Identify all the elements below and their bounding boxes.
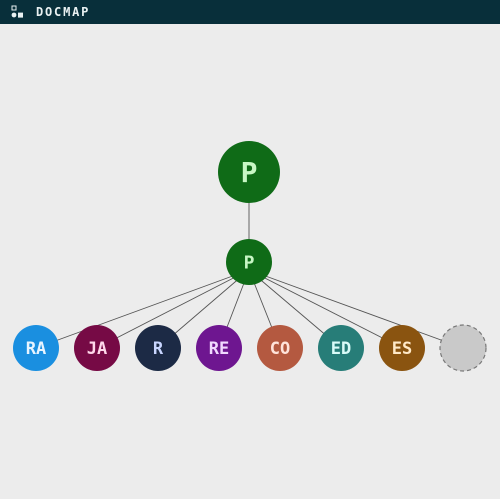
blocks-logo-icon [11, 5, 23, 18]
child-node[interactable]: P [226, 239, 272, 285]
leaf-node-r[interactable]: R [135, 325, 181, 371]
leaf-node-ja-label: JA [87, 339, 107, 359]
leaf-node-re-label: RE [209, 339, 229, 359]
leaf-node-es[interactable]: ES [379, 325, 425, 371]
leaf-node-es-label: ES [392, 339, 412, 359]
leaf-node-r-label: R [153, 339, 164, 359]
leaf-node-ja[interactable]: JA [74, 325, 120, 371]
leaf-node-ra-label: RA [26, 339, 46, 359]
root-node-label: P [241, 156, 258, 189]
leaf-node-co[interactable]: CO [257, 325, 303, 371]
leaf-node-re[interactable]: RE [196, 325, 242, 371]
leaf-node-co-label: CO [270, 339, 290, 359]
leaf-node-ed[interactable]: ED [318, 325, 364, 371]
top-bar: DOCMAP [0, 0, 500, 24]
map-canvas[interactable]: P P RA JA R RE CO ED ES [0, 24, 500, 499]
leaf-node-ed-label: ED [331, 339, 351, 359]
leaf-node-placeholder-circle [439, 324, 487, 372]
leaf-node-placeholder[interactable] [439, 324, 487, 372]
app-title: DOCMAP [36, 5, 91, 19]
child-node-label: P [244, 252, 255, 273]
nodes-layer: P P RA JA R RE CO ED ES [13, 141, 487, 372]
root-node[interactable]: P [218, 141, 280, 203]
tree-diagram: P P RA JA R RE CO ED ES [13, 141, 487, 372]
leaf-node-ra[interactable]: RA [13, 325, 59, 371]
